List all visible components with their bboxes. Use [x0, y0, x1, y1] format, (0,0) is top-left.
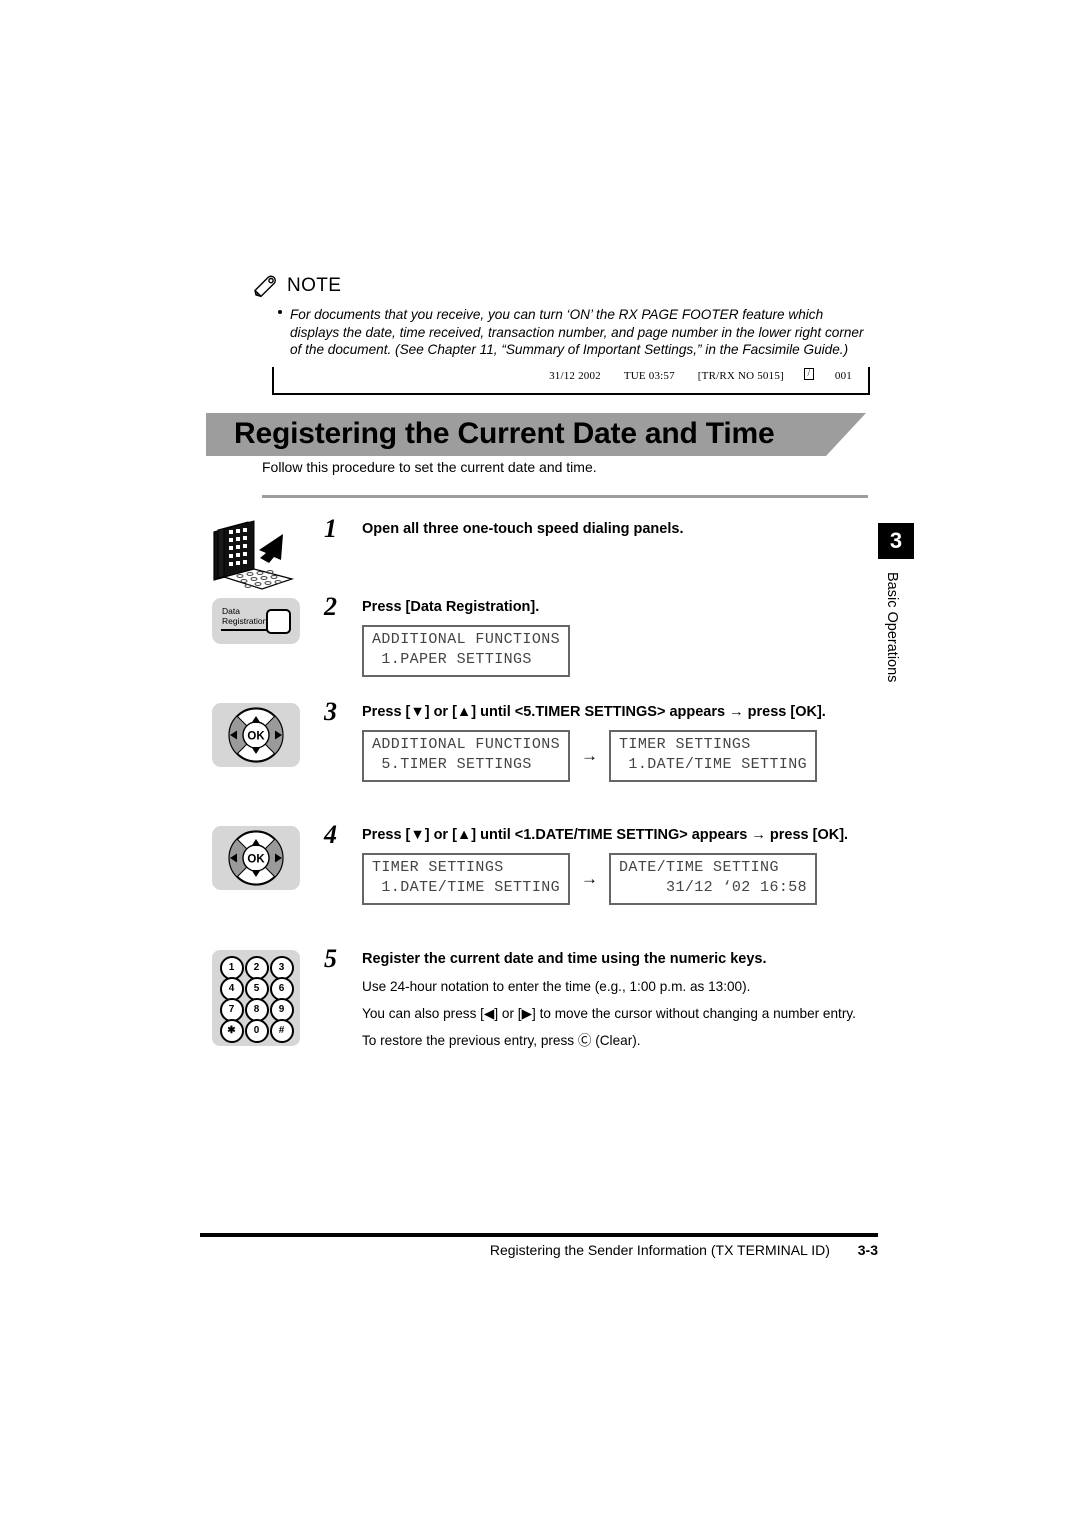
data-registration-key: Data Registration [212, 598, 300, 644]
step-number: 5 [324, 944, 337, 973]
step-number: 2 [324, 592, 337, 621]
navigation-ok-key-icon: OK [212, 826, 300, 890]
speed-dial-panels-icon [200, 520, 310, 605]
key-button-shape [266, 609, 291, 634]
numeric-keypad-icon: 1 2 3 4 5 6 7 8 9 ✱ 0 # [212, 950, 300, 1046]
step-heading: Press [▼] or [▲] until <1.DATE/TIME SETT… [362, 827, 849, 843]
numeric-keypad: 1 2 3 4 5 6 7 8 9 ✱ 0 # [212, 950, 300, 1046]
fax-footer-line: 31/12 2002 TUE 03:57 [TR/RX NO 5015]/001 [549, 368, 852, 382]
data-registration-key-label: Data Registration [222, 606, 268, 626]
step-number: 1 [324, 514, 337, 543]
page-footer: Registering the Sender Information (TX T… [200, 1242, 878, 1258]
slash-box-icon: / [803, 368, 814, 380]
bullet-icon [278, 310, 282, 314]
footer-page-number: 3-3 [857, 1242, 878, 1258]
step-5-body: Register the current date and time using… [362, 950, 892, 1050]
pencil-icon [252, 274, 278, 298]
step-heading: Register the current date and time using… [362, 951, 767, 967]
footer-rule [200, 1233, 878, 1237]
step-1-body: Open all three one-touch speed dialing p… [362, 520, 922, 539]
page-title: Registering the Current Date and Time [234, 417, 775, 450]
step-number: 4 [324, 820, 337, 849]
keypad-key: # [269, 1019, 294, 1043]
fax-footer-daytime: TUE 03:57 [623, 370, 675, 382]
keypad-key: ✱ [219, 1019, 244, 1043]
svg-text:OK: OK [247, 854, 265, 866]
arrow-icon: → [581, 746, 599, 765]
lcd-panel-before: TIMER SETTINGS 1.DATE/TIME SETTING [362, 853, 571, 905]
footer-title: Registering the Sender Information (TX T… [489, 1242, 830, 1258]
step-note: You can also press [◀] or [▶] to move th… [362, 1006, 856, 1021]
step-note: Use 24-hour notation to enter the time (… [362, 979, 751, 994]
lcd-row: ADDITIONAL FUNCTIONS 5.TIMER SETTINGS → … [362, 730, 897, 782]
navigation-ok-key-icon: OK [212, 703, 300, 767]
section-title-banner: Registering the Current Date and Time [206, 413, 866, 456]
fax-footer-date: 31/12 2002 [549, 370, 601, 382]
lcd-row: TIMER SETTINGS 1.DATE/TIME SETTING → DAT… [362, 853, 902, 905]
note-body: For documents that you receive, you can … [252, 306, 872, 359]
note-header: NOTE [252, 272, 872, 300]
lcd-panel-before: ADDITIONAL FUNCTIONS 5.TIMER SETTINGS [362, 730, 571, 782]
fax-footer-transaction: [TR/RX NO 5015]/001 [697, 368, 852, 382]
step-note: To restore the previous entry, press Ⓒ (… [362, 1033, 641, 1048]
document-page: NOTE For documents that you receive, you… [0, 0, 1080, 1528]
step-2-body: Press [Data Registration]. ADDITIONAL FU… [362, 598, 882, 677]
note-block: NOTE For documents that you receive, you… [252, 272, 872, 359]
intro-text: Follow this procedure to set the current… [262, 459, 597, 475]
step-heading: Open all three one-touch speed dialing p… [362, 521, 684, 537]
note-title: NOTE [287, 275, 342, 296]
step-heading: Press [▼] or [▲] until <5.TIMER SETTINGS… [362, 704, 826, 720]
lcd-row: ADDITIONAL FUNCTIONS 1.PAPER SETTINGS [362, 625, 882, 677]
lcd-panel-after: TIMER SETTINGS 1.DATE/TIME SETTING [609, 730, 818, 782]
navigation-key: OK [212, 703, 300, 767]
svg-text:OK: OK [247, 731, 265, 743]
note-text: For documents that you receive, you can … [290, 307, 864, 357]
step-4-body: Press [▼] or [▲] until <1.DATE/TIME SETT… [362, 826, 902, 905]
navigation-key: OK [212, 826, 300, 890]
keypad-grid: 1 2 3 4 5 6 7 8 9 ✱ 0 # [219, 956, 294, 1043]
step-3-body: Press [▼] or [▲] until <5.TIMER SETTINGS… [362, 703, 897, 782]
keypad-key: 0 [244, 1019, 269, 1043]
lcd-panel: ADDITIONAL FUNCTIONS 1.PAPER SETTINGS [362, 625, 571, 677]
lcd-panel-after: DATE/TIME SETTING 31/12 ‘02 16:58 [609, 853, 818, 905]
arrow-icon: → [581, 869, 599, 888]
step-number: 3 [324, 697, 337, 726]
chapter-label: Basic Operations [884, 572, 900, 683]
fax-page-footer-sample: 31/12 2002 TUE 03:57 [TR/RX NO 5015]/001 [272, 367, 870, 395]
step-heading: Press [Data Registration]. [362, 599, 540, 615]
section-divider [262, 495, 868, 498]
data-registration-key-icon: Data Registration [212, 598, 300, 644]
